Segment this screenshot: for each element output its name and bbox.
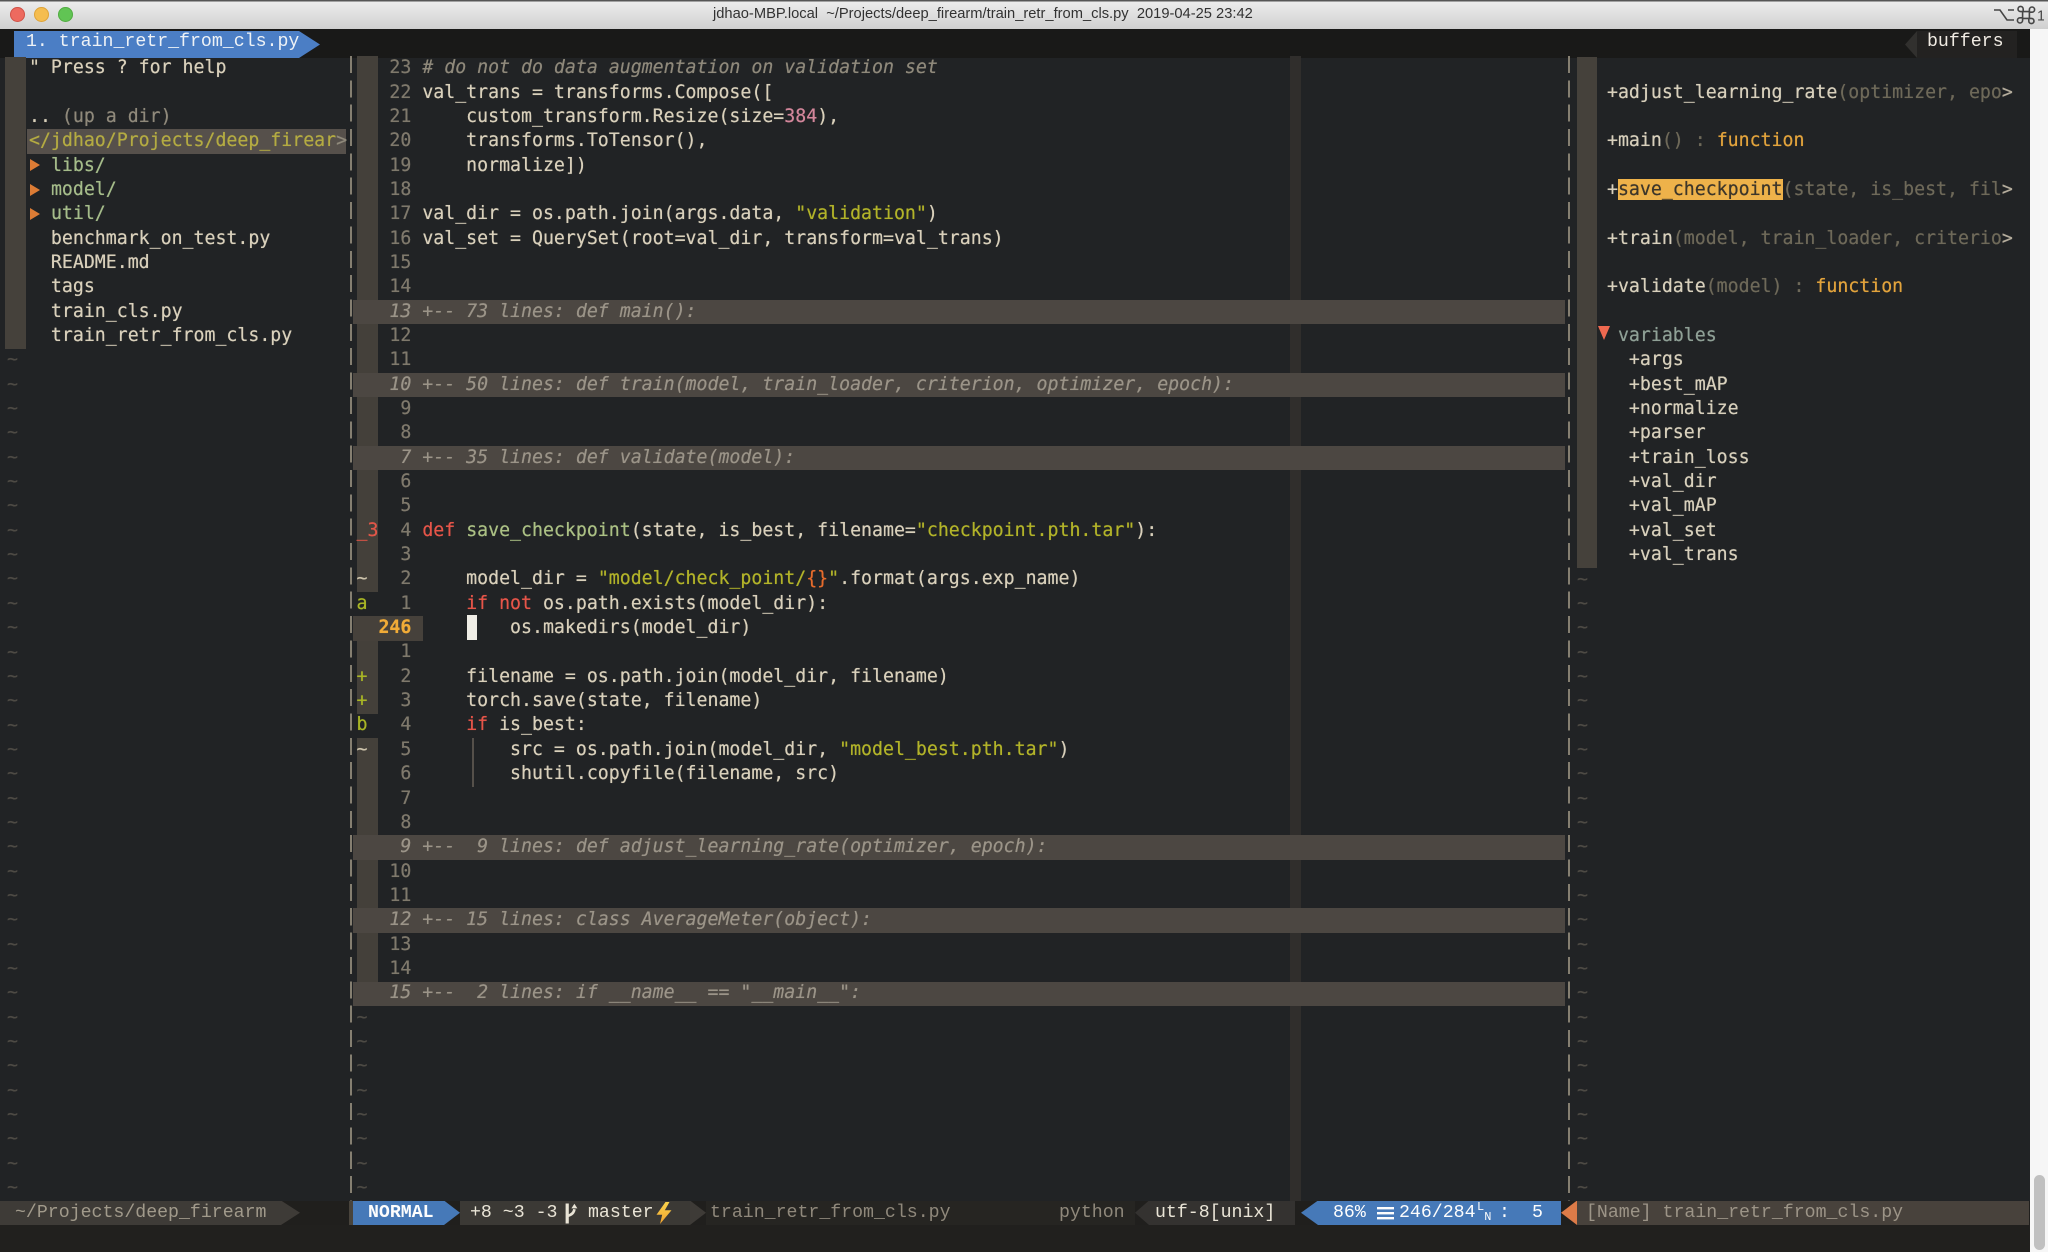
svg-text:1: 1 bbox=[2037, 9, 2044, 25]
